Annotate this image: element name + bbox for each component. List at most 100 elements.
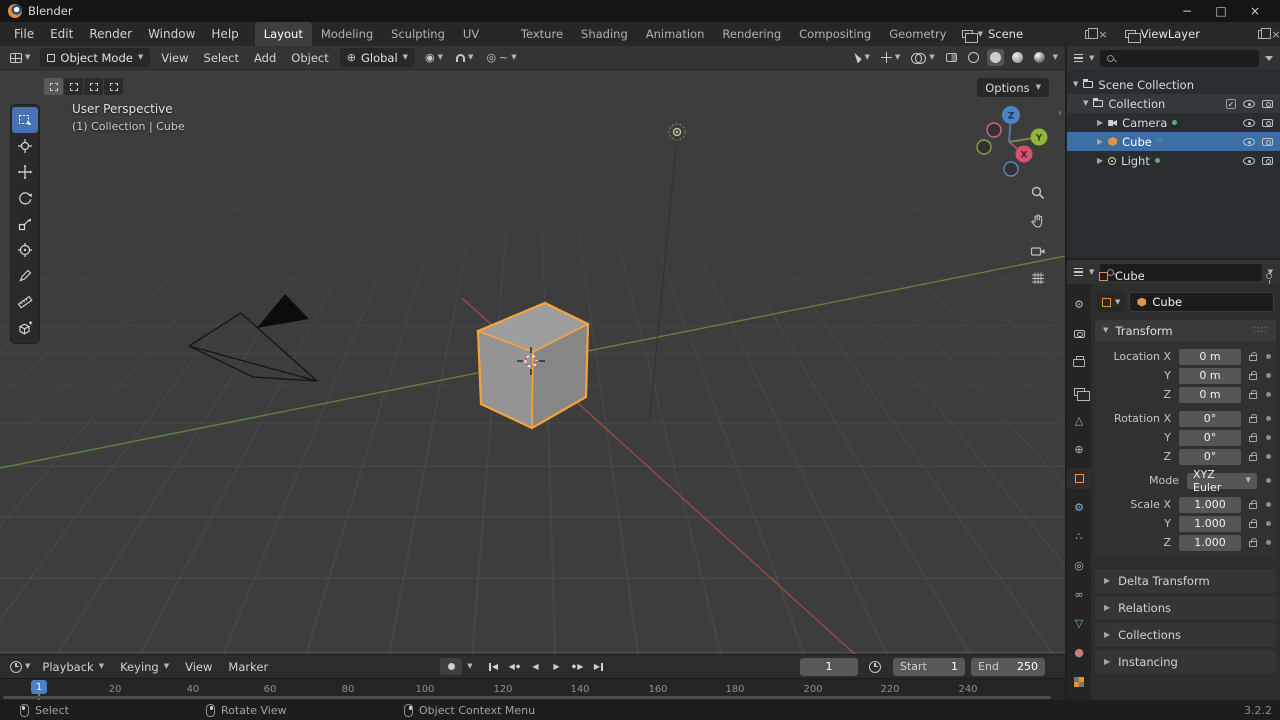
selectability-button[interactable]: ▼ (853, 49, 872, 66)
tab-material[interactable]: ● (1067, 642, 1091, 663)
transform-orientation-dropdown[interactable]: ⊕ Global ▼ (339, 48, 416, 67)
next-keyframe-button[interactable]: ◆ ▶ (568, 658, 587, 675)
transform-panel-header[interactable]: ▼ Transform ∷∷ (1095, 320, 1276, 341)
keying-menu[interactable]: Keying ▼ (113, 660, 176, 674)
gizmos-button[interactable]: ▼ (878, 49, 903, 66)
object-name-field[interactable]: Cube (1129, 292, 1274, 312)
viewport-3d[interactable]: User Perspective (1) Collection | Cube O… (0, 70, 1065, 654)
new-view-layer-icon[interactable] (1258, 27, 1272, 39)
disclosure-open-icon[interactable]: ▼ (1083, 100, 1088, 107)
play-reverse-button[interactable]: ◀ (526, 658, 545, 675)
animate-dot-icon[interactable] (1266, 354, 1271, 359)
measure-tool[interactable] (12, 289, 38, 315)
maximize-button[interactable]: □ (1204, 0, 1238, 22)
lock-icon[interactable] (1249, 414, 1257, 423)
previous-keyframe-button[interactable]: ◀ ◆ (505, 658, 524, 675)
properties-editor-icon[interactable] (1074, 267, 1083, 277)
tab-object[interactable] (1067, 468, 1091, 489)
tab-render[interactable] (1067, 323, 1091, 344)
add-cube-tool[interactable] (12, 315, 38, 341)
outliner-row-cube[interactable]: ▶ Cube ▽ (1067, 132, 1280, 151)
animate-dot-icon[interactable] (1266, 373, 1271, 378)
disable-in-renders-icon[interactable] (1262, 156, 1273, 165)
tab-animation[interactable]: Animation (637, 22, 714, 46)
object-name-value[interactable]: Cube (1152, 295, 1182, 309)
tab-compositing[interactable]: Compositing (790, 22, 880, 46)
play-button[interactable]: ▶ (547, 658, 566, 675)
outliner-label[interactable]: Camera (1122, 116, 1167, 130)
animate-dot-icon[interactable] (1266, 416, 1271, 421)
tab-modeling[interactable]: Modeling (312, 22, 382, 46)
panel-collapsed-icon[interactable]: ▶ (1104, 631, 1110, 639)
menu-view[interactable]: View (157, 51, 192, 65)
select-mode-invert-button[interactable] (104, 78, 123, 95)
tab-uv-editing[interactable]: UV Editing (454, 22, 512, 65)
lock-icon[interactable] (1249, 390, 1257, 399)
hide-in-viewport-icon[interactable] (1243, 156, 1255, 165)
location-z-field[interactable]: 0 m (1179, 386, 1241, 403)
close-button[interactable]: × (1238, 0, 1272, 22)
tab-particles[interactable]: ∴ (1067, 526, 1091, 547)
disclosure-closed-icon[interactable]: ▶ (1097, 137, 1103, 146)
scale-tool[interactable] (12, 211, 38, 237)
outliner-label[interactable]: Light (1121, 154, 1150, 168)
remove-view-layer-icon[interactable]: × (1271, 28, 1280, 41)
current-frame-field[interactable]: 1 (800, 657, 858, 676)
location-y-field[interactable]: 0 m (1179, 367, 1241, 384)
view-menu[interactable]: View (178, 660, 219, 674)
region-collapse-icon[interactable]: ‹ (1058, 108, 1062, 119)
jump-to-end-button[interactable]: ▶ (589, 658, 608, 675)
outliner-row-light[interactable]: ▶ Light (1067, 151, 1280, 170)
tab-rendering[interactable]: Rendering (713, 22, 790, 46)
tab-geometry-nodes[interactable]: Geometry Noc (880, 22, 955, 65)
lock-icon[interactable] (1249, 538, 1257, 547)
frame-start-field[interactable]: Start 1 (893, 657, 965, 676)
animate-dot-icon[interactable] (1266, 502, 1271, 507)
keying-popover-button[interactable]: ▼ (464, 658, 476, 675)
lock-icon[interactable] (1249, 433, 1257, 442)
scale-z-field[interactable]: 1.000 (1179, 534, 1241, 551)
menu-add[interactable]: Add (250, 51, 280, 65)
menu-object[interactable]: Object (287, 51, 332, 65)
options-dropdown[interactable]: Options ▼ (977, 78, 1049, 97)
proportional-edit-button[interactable]: ◎ ~ ▼ (483, 49, 519, 66)
tab-texture[interactable] (1067, 671, 1091, 692)
timeline-editor-type-button[interactable]: ▼ (7, 658, 33, 676)
menu-file[interactable]: File (6, 22, 42, 46)
xray-toggle[interactable] (943, 50, 960, 65)
panel-expand-icon[interactable]: ▼ (1103, 327, 1108, 334)
select-mode-extend-button[interactable] (64, 78, 83, 95)
tab-texture-paint[interactable]: Texture Paint (512, 22, 572, 65)
tab-shading[interactable]: Shading (572, 22, 637, 46)
panel-collapsed-icon[interactable]: ▶ (1104, 658, 1110, 666)
menu-help[interactable]: Help (203, 22, 246, 46)
use-preview-range-button[interactable] (866, 658, 884, 676)
tab-sculpting[interactable]: Sculpting (382, 22, 454, 46)
disable-in-renders-icon[interactable] (1262, 118, 1273, 127)
breadcrumb-object-name[interactable]: Cube (1115, 269, 1145, 283)
disclosure-closed-icon[interactable]: ▶ (1097, 156, 1103, 165)
lock-icon[interactable] (1249, 500, 1257, 509)
outliner-row-collection[interactable]: ▼ Collection ✓ (1067, 94, 1280, 113)
tab-output[interactable] (1067, 352, 1091, 373)
filter-icon[interactable] (1265, 55, 1273, 61)
move-tool[interactable] (12, 159, 38, 185)
scene-browse-icon[interactable] (961, 30, 978, 43)
lock-icon[interactable] (1249, 371, 1257, 380)
camera-view-control[interactable] (1028, 241, 1048, 261)
scene-name[interactable]: Scene (988, 27, 1080, 41)
tab-layout[interactable]: Layout (254, 22, 312, 46)
scene-canvas[interactable] (0, 70, 1065, 654)
frame-end-field[interactable]: End 250 (971, 657, 1045, 676)
rotation-z-field[interactable]: 0° (1179, 448, 1241, 465)
auto-keying-button[interactable] (440, 658, 462, 675)
panel-collapsed-icon[interactable]: ▶ (1104, 604, 1110, 612)
shading-material-button[interactable] (1009, 49, 1026, 66)
id-type-button[interactable]: ▼ (1097, 292, 1126, 312)
mode-dropdown[interactable]: Object Mode ▼ (40, 48, 151, 67)
panel-grip-icon[interactable]: ∷∷ (1253, 325, 1268, 336)
zoom-control[interactable] (1028, 183, 1048, 203)
select-mode-subtract-button[interactable] (84, 78, 103, 95)
animate-dot-icon[interactable] (1266, 478, 1271, 483)
annotate-tool[interactable] (12, 263, 38, 289)
